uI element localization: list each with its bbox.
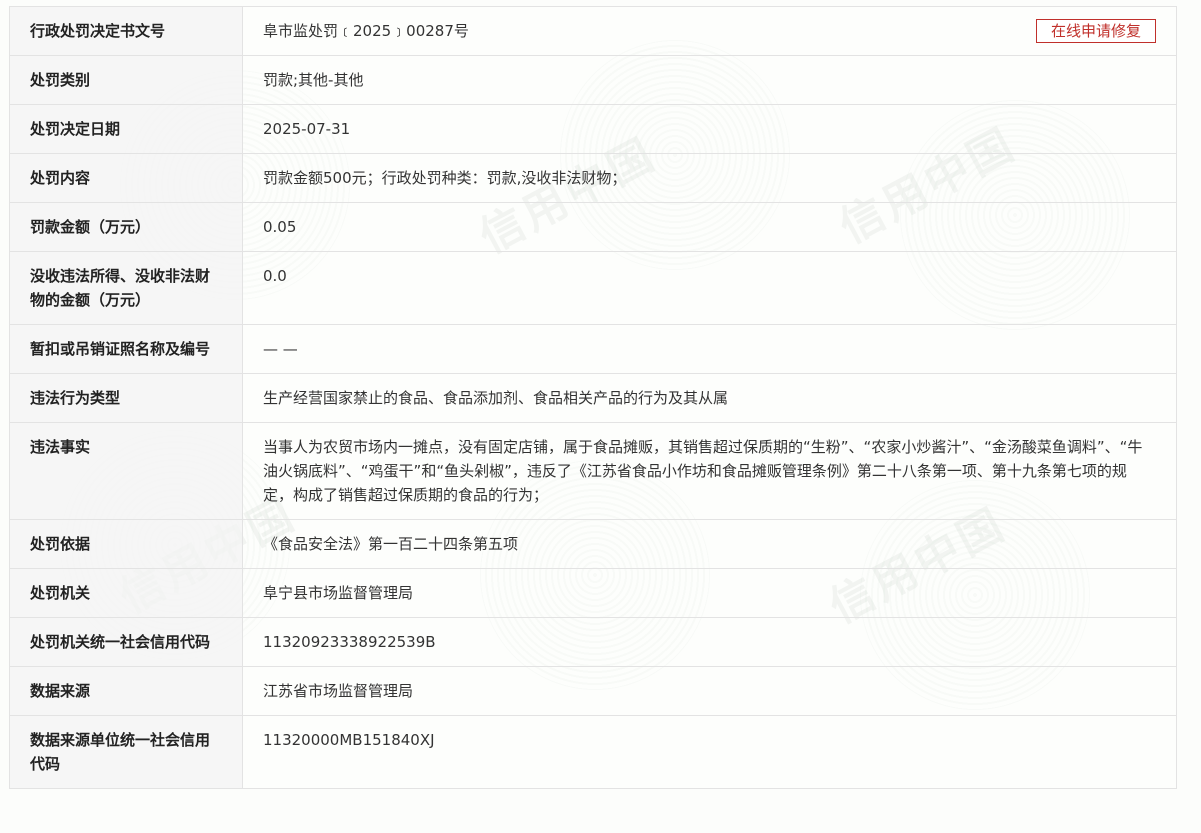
row-label-legal-basis: 处罚依据 [9,519,243,569]
row-label-penalty-authority: 处罚机关 [9,568,243,618]
online-repair-button[interactable]: 在线申请修复 [1035,19,1156,43]
table-row: 处罚内容 罚款金额500元；行政处罚种类：罚款,没收非法财物； [9,153,1177,203]
table-row: 处罚决定日期 2025-07-31 [9,104,1177,154]
row-value-authority-credit-code: 11320923338922539B [242,617,1177,667]
row-value-decision-date: 2025-07-31 [242,104,1177,154]
row-value-penalty-content: 罚款金额500元；行政处罚种类：罚款,没收非法财物； [242,153,1177,203]
row-label-data-source: 数据来源 [9,666,243,716]
row-label-penalty-category: 处罚类别 [9,55,243,105]
row-value-source-credit-code: 11320000MB151840XJ [242,715,1177,789]
row-value-penalty-authority: 阜宁县市场监督管理局 [242,568,1177,618]
row-label-violation-type: 违法行为类型 [9,373,243,423]
row-label-license-suspension: 暂扣或吊销证照名称及编号 [9,324,243,374]
row-value-violation-type: 生产经营国家禁止的食品、食品添加剂、食品相关产品的行为及其从属 [242,373,1177,423]
row-value-fine-amount: 0.05 [242,202,1177,252]
table-row: 处罚机关统一社会信用代码 11320923338922539B [9,617,1177,667]
table-row: 暂扣或吊销证照名称及编号 — — [9,324,1177,374]
table-row: 处罚机关 阜宁县市场监督管理局 [9,568,1177,618]
row-value-confiscation-amount: 0.0 [242,251,1177,325]
row-label-decision-number: 行政处罚决定书文号 [9,6,243,56]
row-label-confiscation-amount: 没收违法所得、没收非法财物的金额（万元） [9,251,243,325]
row-value-decision-number: 阜市监处罚﹝2025﹞00287号 在线申请修复 [242,6,1177,56]
table-row: 没收违法所得、没收非法财物的金额（万元） 0.0 [9,251,1177,325]
row-label-penalty-content: 处罚内容 [9,153,243,203]
decision-number-text: 阜市监处罚﹝2025﹞00287号 [263,22,469,40]
table-row: 违法行为类型 生产经营国家禁止的食品、食品添加剂、食品相关产品的行为及其从属 [9,373,1177,423]
row-label-authority-credit-code: 处罚机关统一社会信用代码 [9,617,243,667]
table-row: 数据来源单位统一社会信用代码 11320000MB151840XJ [9,715,1177,789]
row-value-license-suspension: — — [242,324,1177,374]
table-row: 处罚类别 罚款;其他-其他 [9,55,1177,105]
row-label-decision-date: 处罚决定日期 [9,104,243,154]
row-value-data-source: 江苏省市场监督管理局 [242,666,1177,716]
row-label-fine-amount: 罚款金额（万元） [9,202,243,252]
row-value-penalty-category: 罚款;其他-其他 [242,55,1177,105]
table-row: 数据来源 江苏省市场监督管理局 [9,666,1177,716]
page: 信用中国 信用中国 信用中国 信用中国 行政处罚决定书文号 阜市监处罚﹝2025… [0,0,1201,833]
row-value-legal-basis: 《食品安全法》第一百二十四条第五项 [242,519,1177,569]
table-row: 违法事实 当事人为农贸市场内一摊点，没有固定店铺，属于食品摊贩，其销售超过保质期… [9,422,1177,520]
table-row: 罚款金额（万元） 0.05 [9,202,1177,252]
penalty-info-table: 行政处罚决定书文号 阜市监处罚﹝2025﹞00287号 在线申请修复 处罚类别 … [9,6,1177,789]
row-value-violation-facts: 当事人为农贸市场内一摊点，没有固定店铺，属于食品摊贩，其销售超过保质期的“生粉”… [242,422,1177,520]
row-label-source-credit-code: 数据来源单位统一社会信用代码 [9,715,243,789]
row-label-violation-facts: 违法事实 [9,422,243,520]
table-row: 处罚依据 《食品安全法》第一百二十四条第五项 [9,519,1177,569]
table-row: 行政处罚决定书文号 阜市监处罚﹝2025﹞00287号 在线申请修复 [9,6,1177,56]
